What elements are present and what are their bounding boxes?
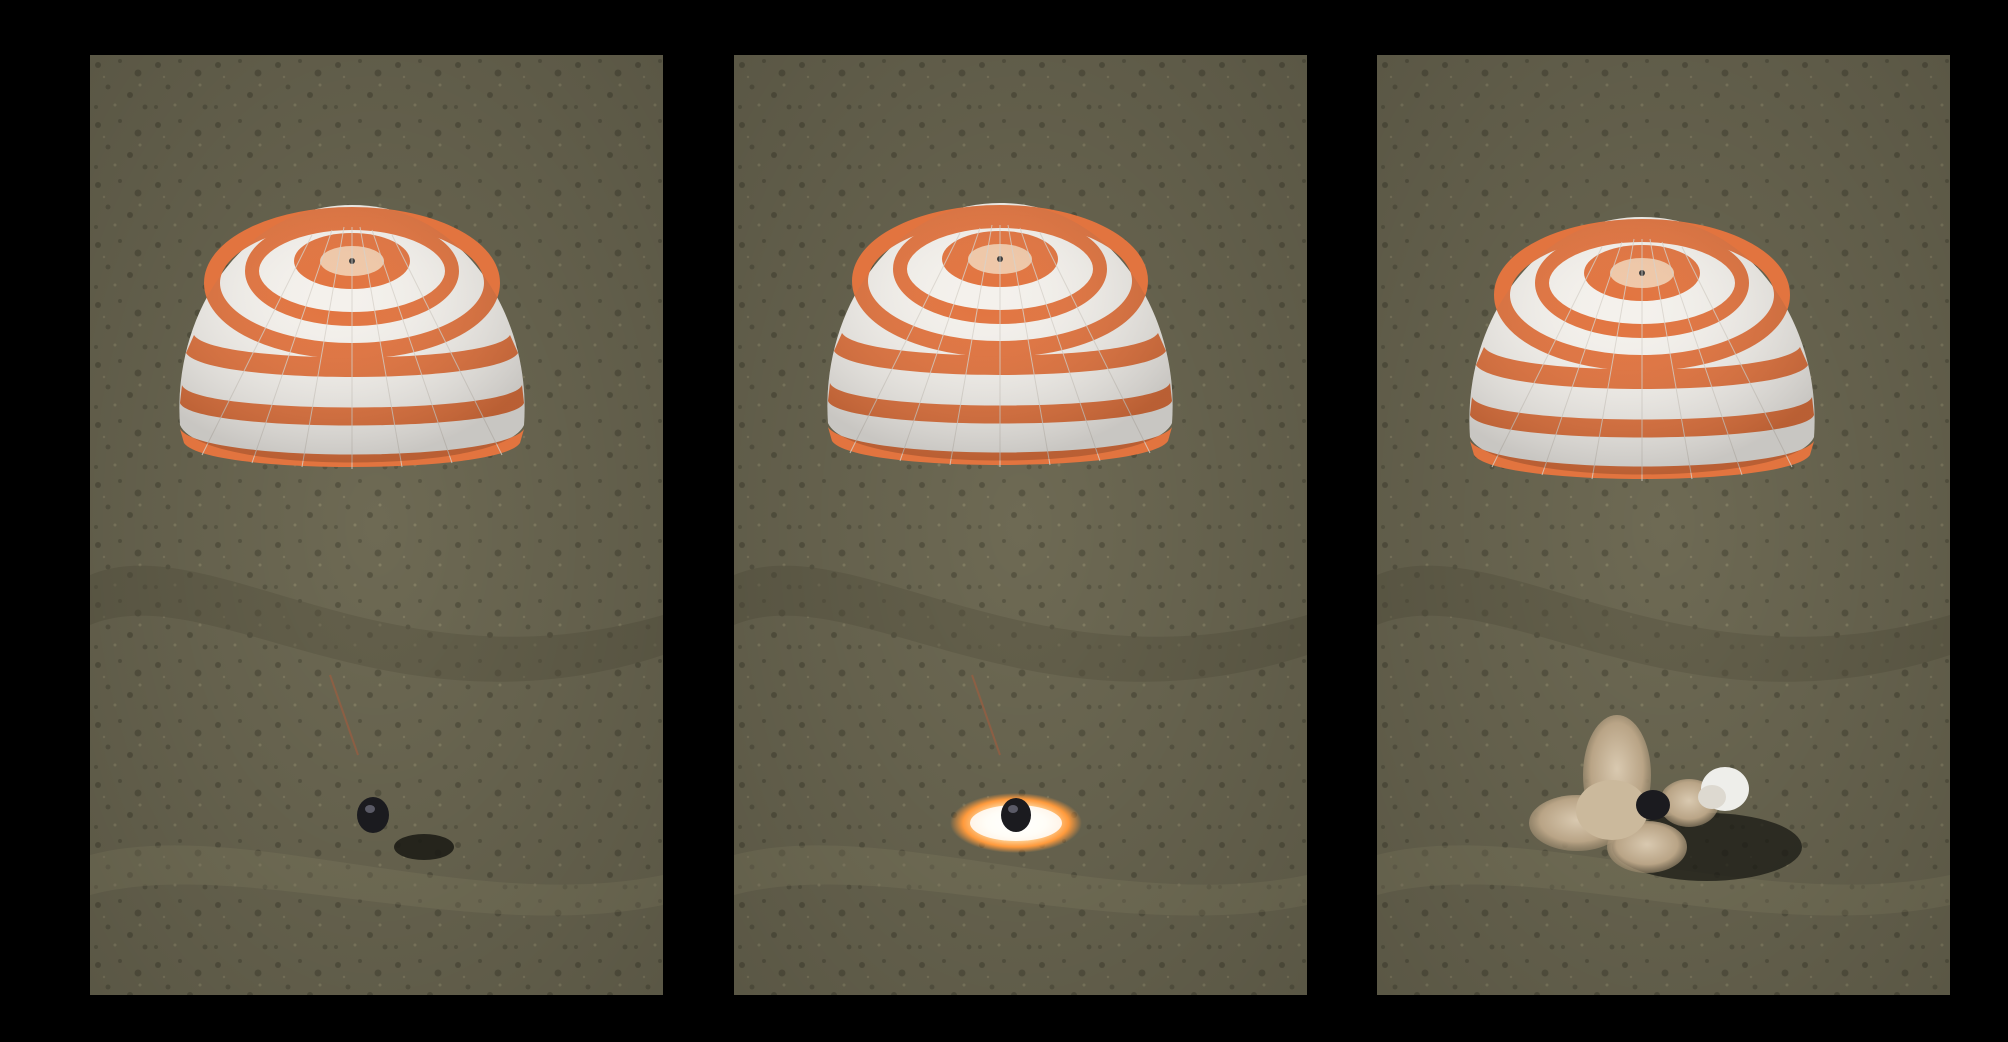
capsule-shadow [394, 834, 454, 860]
frame-descent [90, 55, 663, 995]
descent-capsule [357, 797, 389, 833]
engine-firing-photo [734, 55, 1307, 995]
parachute-canopy [827, 203, 1172, 467]
frame-engine-firing [734, 55, 1307, 995]
parachute-canopy [1469, 217, 1814, 481]
landing-capsule [1001, 798, 1031, 832]
frame-touchdown [1377, 55, 1950, 995]
touchdown-photo [1377, 55, 1950, 995]
parachute-canopy [179, 205, 524, 469]
photo-sequence: { "sequence": { "frame_count": 3, "frame… [0, 0, 2008, 1042]
touchdown-capsule [1636, 790, 1670, 820]
descent-photo [90, 55, 663, 995]
